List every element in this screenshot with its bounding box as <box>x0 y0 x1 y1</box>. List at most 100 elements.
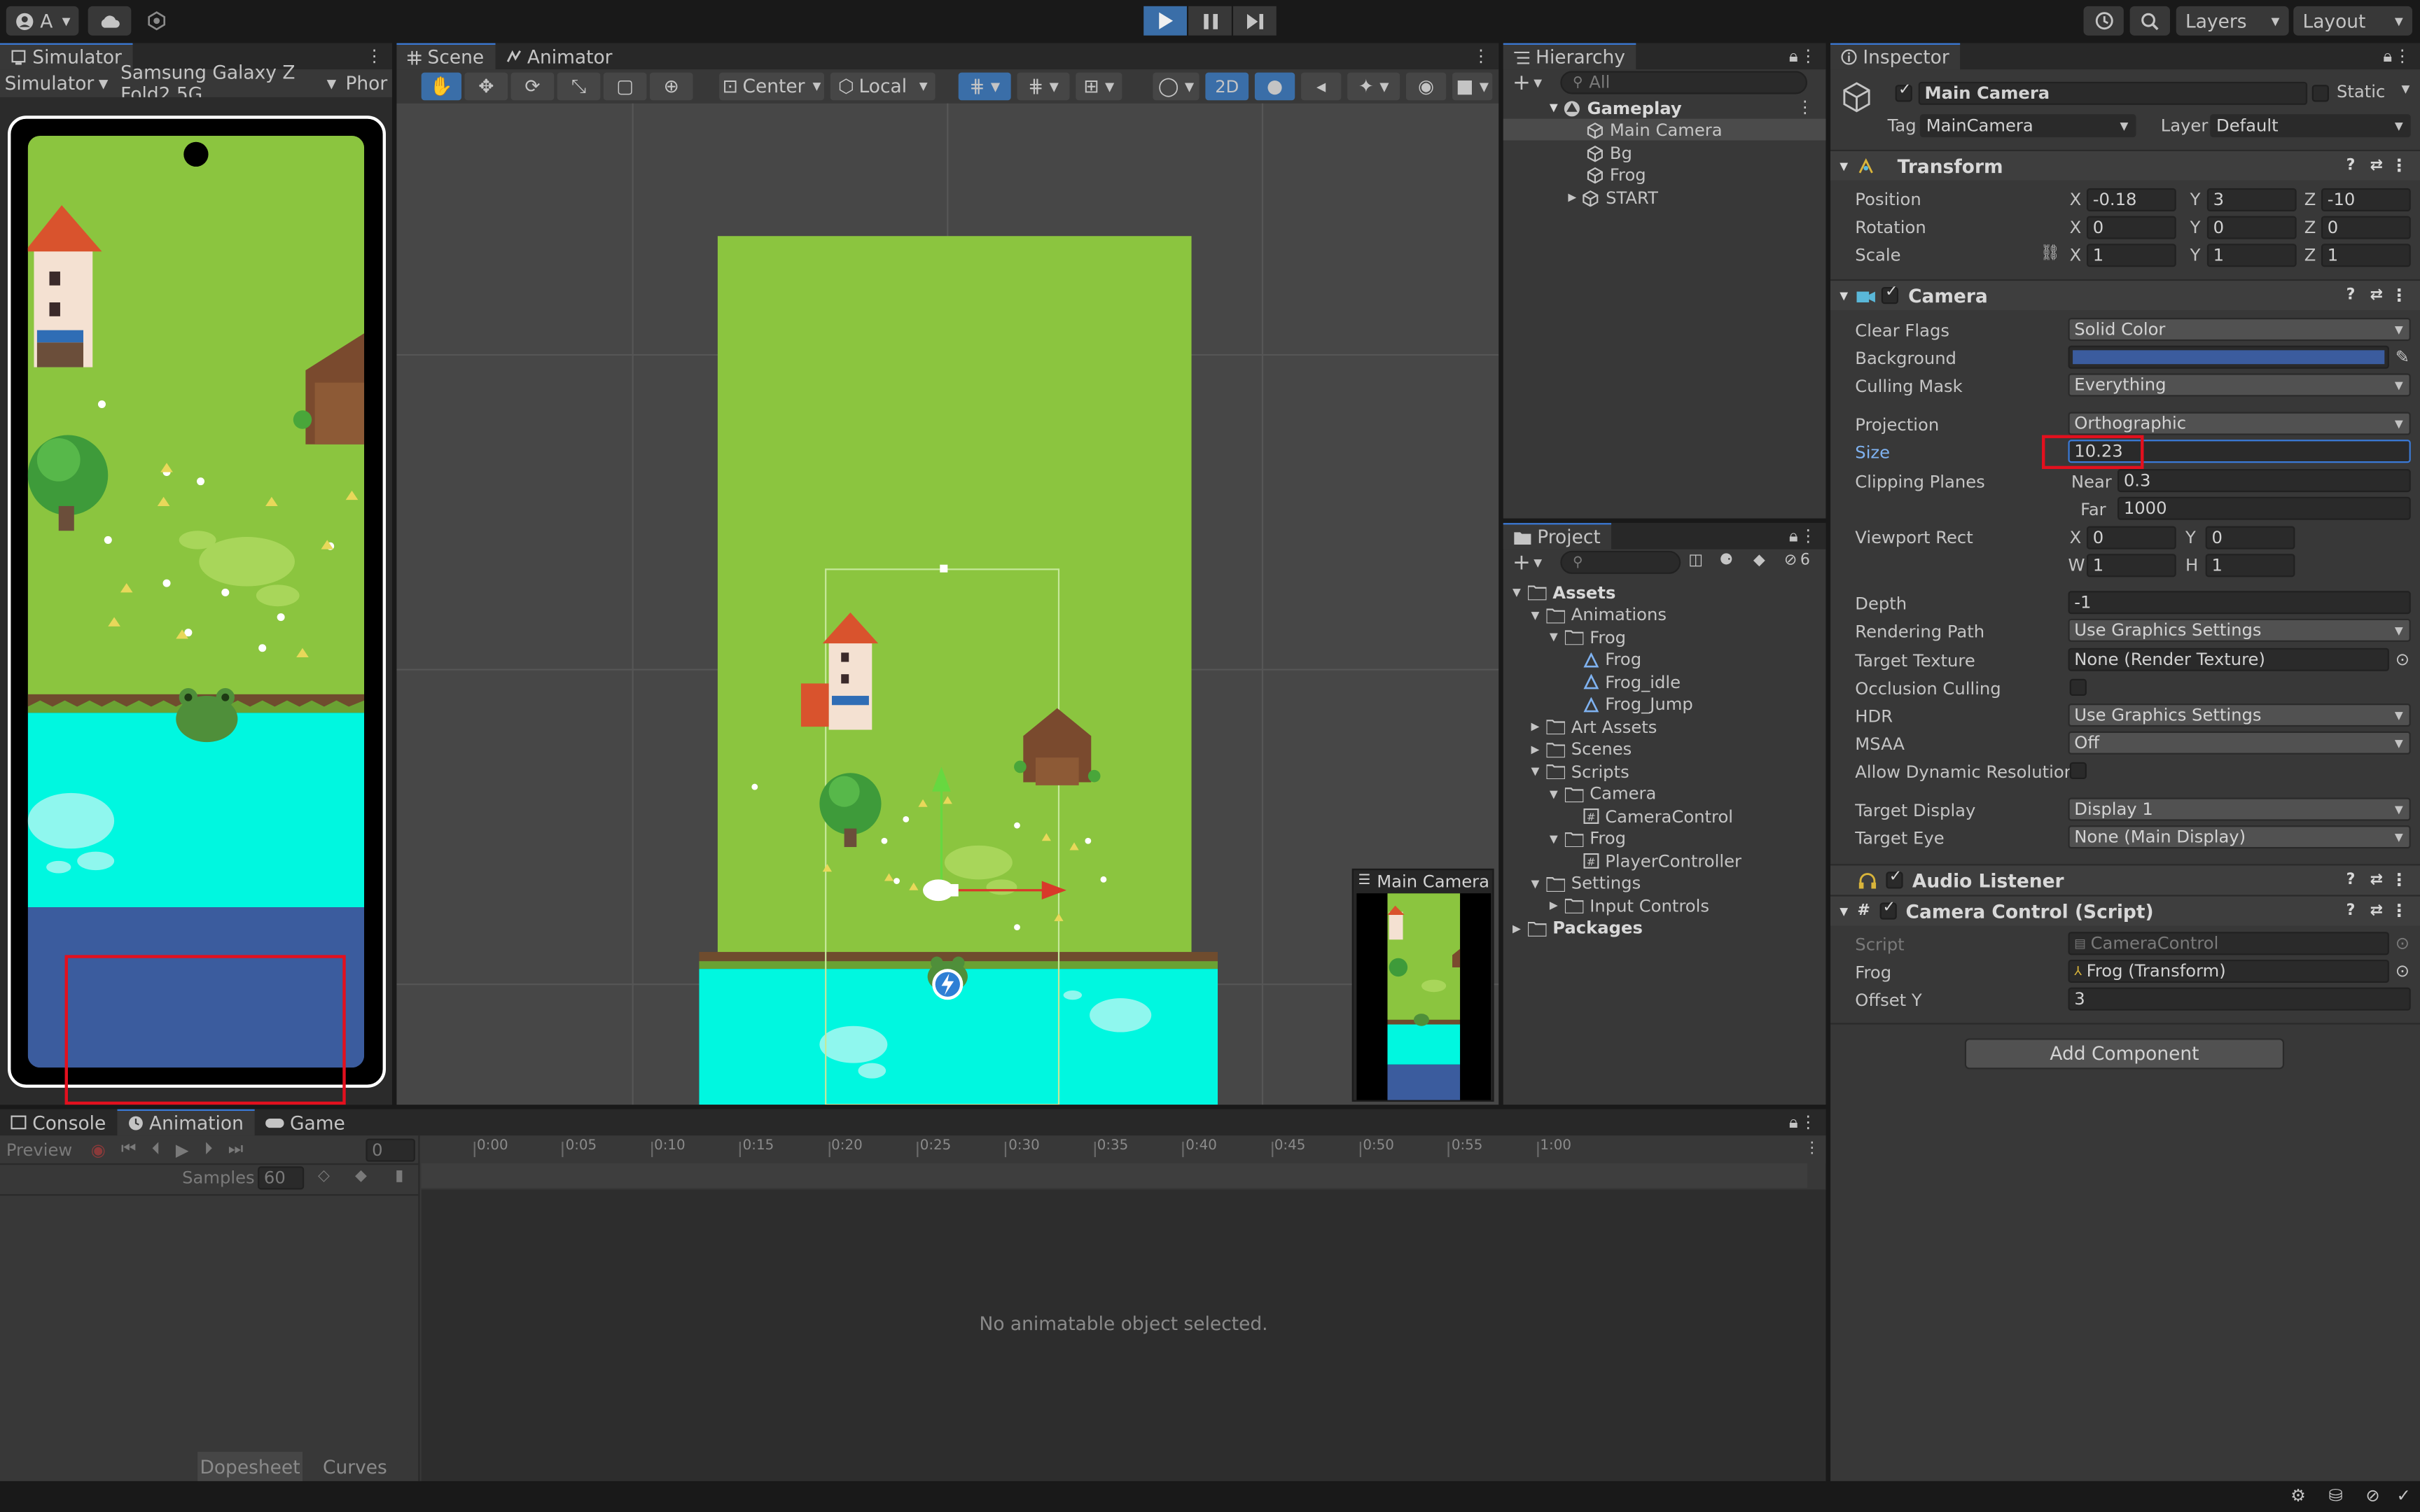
position-z-field[interactable]: -10 <box>2321 188 2411 211</box>
frog-field[interactable]: ⅄ Frog (Transform) <box>2068 959 2389 983</box>
help-icon[interactable]: ? <box>2346 287 2356 304</box>
expand-arrow-icon[interactable]: ▼ <box>1512 587 1528 599</box>
lock-icon[interactable]: 🔒︎ <box>1789 46 1798 68</box>
kebab-menu-icon[interactable]: ⋮ <box>2391 870 2407 890</box>
tag-icon[interactable]: ◆ <box>1753 552 1765 569</box>
play-button[interactable] <box>1143 6 1187 36</box>
scene-visibility-button[interactable]: ◉ <box>1405 72 1447 101</box>
chevron-down-icon[interactable]: ▼ <box>2402 83 2410 96</box>
allow-dynamic-resolution-checkbox[interactable] <box>2069 762 2087 780</box>
position-x-field[interactable]: -0.18 <box>2086 188 2176 211</box>
project-item[interactable]: ▼ Frog <box>1550 626 1626 648</box>
tab-console[interactable]: Console <box>0 1110 117 1135</box>
effects-button[interactable]: ✦ ▾ <box>1347 72 1400 101</box>
hierarchy-item-start[interactable]: ▶ START <box>1568 187 1658 209</box>
hierarchy-search-input[interactable]: ⚲ All <box>1560 71 1807 94</box>
project-item[interactable]: ▼ Animations <box>1531 604 1667 626</box>
tab-animation[interactable]: Animation <box>116 1109 255 1136</box>
project-item[interactable]: ▶ Art Assets <box>1531 716 1657 738</box>
msaa-dropdown[interactable]: Off <box>2068 731 2411 755</box>
tag-dropdown[interactable]: MainCamera <box>1919 114 2136 138</box>
rendering-path-dropdown[interactable]: Use Graphics Settings <box>2068 618 2411 642</box>
expand-arrow-icon[interactable]: ▼ <box>1531 609 1546 622</box>
camera-enabled-checkbox[interactable] <box>1882 284 1899 304</box>
record-icon[interactable]: ◉ <box>91 1140 106 1160</box>
scene-root-gameplay[interactable]: ▼ Gameplay <box>1550 97 1682 119</box>
audio-listener-header[interactable]: Audio Listener ? ⇄ ⋮ <box>1830 864 2420 895</box>
timeline-ruler[interactable]: 0:00 0:05 0:10 0:15 0:20 0:25 0:30 0:35 0:40 0:45… <box>421 1135 1826 1163</box>
kebab-menu-icon[interactable]: ⋮ <box>2391 901 2407 921</box>
constrain-proportions-icon[interactable]: ⛓ <box>2040 245 2060 262</box>
prev-keyframe-icon[interactable]: ⏴ <box>152 1139 160 1161</box>
object-picker-icon[interactable]: ⊙ <box>2395 650 2409 670</box>
presets-icon[interactable]: ⇄ <box>2370 287 2383 304</box>
tab-inspector[interactable]: Inspector <box>1830 43 1961 70</box>
project-item[interactable]: ▶ Input Controls <box>1550 895 1709 916</box>
project-item[interactable]: ▶ Packages <box>1512 917 1643 939</box>
kebab-menu-icon[interactable]: ⋮ <box>2391 286 2407 306</box>
scale-z-field[interactable]: 1 <box>2321 244 2411 267</box>
step-button[interactable] <box>1233 6 1277 36</box>
progress-check-icon[interactable]: ✓ <box>2396 1486 2410 1506</box>
project-item[interactable]: # PlayerController <box>1568 850 1741 872</box>
project-item[interactable]: # CameraControl <box>1568 806 1733 827</box>
search-by-label-icon[interactable]: ⚈ <box>1719 552 1733 569</box>
rotate-tool-button[interactable]: ⟳ <box>510 72 555 101</box>
move-tool-button[interactable]: ✥ <box>464 72 508 101</box>
camera-header[interactable]: ▼ Camera ? ⇄ ⋮ <box>1830 279 2420 311</box>
debug-mode-icon[interactable]: ⊘ <box>2365 1486 2379 1506</box>
pause-button[interactable] <box>1188 6 1232 36</box>
kebab-menu-icon[interactable]: ⋮ <box>2394 46 2411 66</box>
cache-server-icon[interactable]: ⛁ <box>2328 1486 2342 1506</box>
rotation-z-field[interactable]: 0 <box>2321 216 2411 239</box>
kebab-menu-icon[interactable]: ⋮ <box>1473 46 1489 66</box>
audio-listener-enabled-checkbox[interactable] <box>1886 869 1903 889</box>
expand-arrow-icon[interactable]: ▶ <box>1568 191 1576 204</box>
grid-snap-button[interactable]: ⋕ ▾ <box>958 72 1011 101</box>
next-keyframe-icon[interactable]: ⏵ <box>204 1139 213 1161</box>
expand-arrow-icon[interactable]: ▶ <box>1531 720 1546 733</box>
scale-x-field[interactable]: 1 <box>2086 244 2176 267</box>
background-color-field[interactable] <box>2068 345 2389 369</box>
play-icon[interactable]: ▶ <box>176 1140 189 1160</box>
samples-field[interactable]: 60 <box>258 1166 305 1190</box>
search-by-type-icon[interactable]: ◫ <box>1688 552 1703 569</box>
hidden-packages-toggle[interactable]: ⊘ 6 <box>1784 552 1810 569</box>
kebab-menu-icon[interactable]: ⋮ <box>366 46 382 66</box>
project-item[interactable]: Frog <box>1568 649 1641 671</box>
tab-project[interactable]: Project <box>1503 523 1612 550</box>
lock-icon[interactable]: 🔒︎ <box>2383 46 2392 68</box>
kebab-menu-icon[interactable]: ⋮ <box>1800 46 1816 66</box>
depth-field[interactable]: -1 <box>2068 591 2411 615</box>
rotation-x-field[interactable]: 0 <box>2086 216 2176 239</box>
project-item[interactable]: ▼ Scripts <box>1531 761 1629 783</box>
kebab-menu-icon[interactable]: ⋮ <box>1800 526 1816 547</box>
tab-animator[interactable]: Animator <box>495 43 623 69</box>
add-icon[interactable]: + <box>1512 71 1531 95</box>
event-marker-icon[interactable]: ▮ <box>395 1168 403 1184</box>
dopesheet-area[interactable]: No animatable object selected. <box>421 1189 1826 1481</box>
tab-simulator[interactable]: Simulator <box>0 43 133 70</box>
layer-dropdown[interactable]: Default <box>2210 114 2411 138</box>
offset-y-field[interactable]: 3 <box>2068 987 2411 1011</box>
dopesheet-button[interactable]: Dopesheet <box>197 1452 303 1481</box>
project-item[interactable]: Frog_Jump <box>1568 694 1693 715</box>
viewport-x-field[interactable]: 0 <box>2086 526 2176 550</box>
lighting-toggle-button[interactable]: ● <box>1254 72 1295 101</box>
far-clip-field[interactable]: 1000 <box>2118 496 2411 520</box>
add-event-icon[interactable]: ◆ <box>355 1168 367 1184</box>
tab-game[interactable]: Game <box>254 1110 356 1135</box>
history-button[interactable] <box>2083 6 2124 36</box>
lock-icon[interactable]: 🔒︎ <box>1789 526 1798 548</box>
hierarchy-item-bg[interactable]: Bg <box>1587 142 1632 164</box>
expand-arrow-icon[interactable]: ▼ <box>1531 877 1546 890</box>
last-keyframe-icon[interactable]: ⏭ <box>228 1139 244 1161</box>
projection-dropdown[interactable]: Orthographic <box>2068 412 2411 435</box>
search-button[interactable] <box>2129 6 2170 36</box>
culling-mask-dropdown[interactable]: Everything <box>2068 373 2411 397</box>
camera-control-header[interactable]: ▼ # Camera Control (Script) ? ⇄ ⋮ <box>1830 895 2420 926</box>
presets-icon[interactable]: ⇄ <box>2370 158 2383 174</box>
project-item[interactable]: ▼ Settings <box>1531 872 1641 894</box>
target-eye-dropdown[interactable]: None (Main Display) <box>2068 825 2411 849</box>
project-item[interactable]: Frog_idle <box>1568 671 1681 693</box>
